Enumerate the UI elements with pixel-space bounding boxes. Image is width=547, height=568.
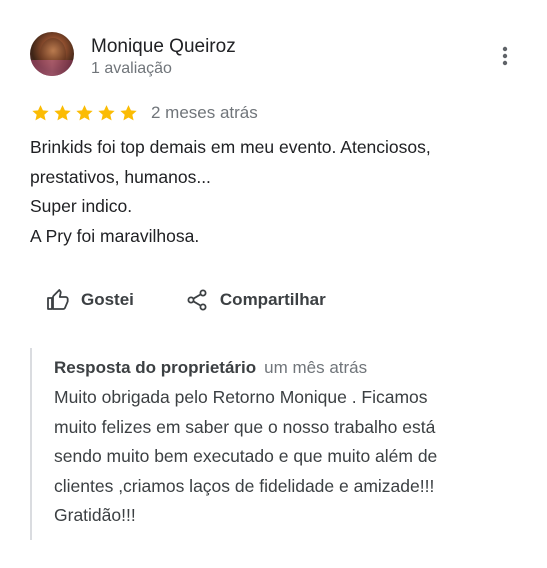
review-text-line: prestativos, humanos... (30, 166, 211, 187)
review-text-line: Brinkids foi top demais em meu evento. A… (30, 137, 431, 157)
owner-reply-line: muito felizes em saber que o nosso traba… (54, 416, 436, 437)
like-button[interactable]: Gostei (46, 286, 134, 314)
owner-reply-line: Muito obrigada pelo Retorno Monique . Fi… (54, 387, 428, 407)
avatar-photo-background (30, 60, 74, 76)
author-review-count[interactable]: 1 avaliação (91, 60, 172, 78)
owner-reply-date: um mês atrás (264, 358, 368, 377)
like-label: Gostei (81, 290, 134, 309)
share-button[interactable]: Compartilhar (185, 286, 326, 314)
share-label: Compartilhar (219, 290, 326, 309)
owner-reply-text: Muito obrigada pelo Retorno Monique . Fi… (54, 383, 437, 531)
review-date: 2 meses atrás (151, 103, 258, 122)
owner-reply-line: Gratidão!!! (54, 505, 136, 525)
review-actions: Gostei Compartilhar (46, 286, 326, 314)
author-name[interactable]: Monique Queiroz (91, 36, 236, 58)
review-text: Brinkids foi top demais em meu evento. A… (30, 133, 510, 251)
avatar[interactable] (30, 32, 74, 76)
rating-row: 2 meses atrás (30, 102, 258, 124)
star-rating (30, 103, 140, 123)
more-options-button[interactable] (492, 42, 518, 72)
review-text-line: A Pry foi maravilhosa. (30, 225, 200, 246)
owner-reply-line: clientes ,criamos laços de fidelidade e … (54, 475, 435, 496)
owner-reply-title: Resposta do proprietário (54, 358, 257, 377)
thumb-up-icon (47, 289, 69, 310)
star-icon (120, 105, 137, 121)
star-icon (98, 105, 115, 121)
star-icon (32, 105, 49, 121)
owner-reply: Resposta do proprietário um mês atrás Mui… (30, 348, 512, 540)
review-text-line: Super indico. (30, 196, 133, 216)
owner-reply-header: Resposta do proprietário um mês atrás (54, 358, 367, 378)
star-icon (76, 105, 93, 121)
star-icon (54, 105, 71, 121)
more-vert-icon (502, 46, 508, 66)
review-card: Monique Queiroz 1 avaliação 2 meses atrá… (0, 0, 547, 568)
share-icon (187, 289, 207, 311)
owner-reply-line: sendo muito bem executado e que muito al… (54, 446, 438, 466)
